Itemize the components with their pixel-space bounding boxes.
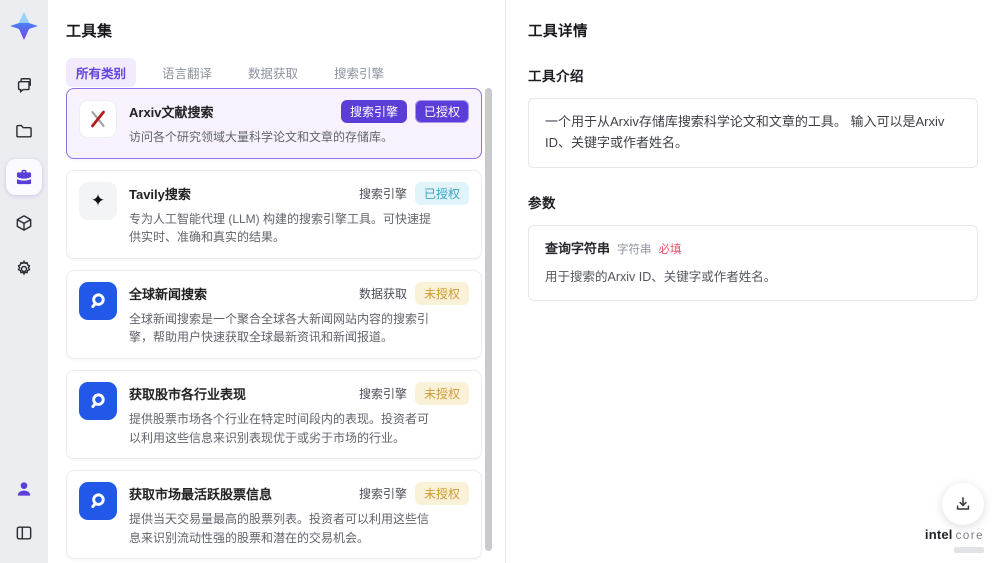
brand-intel-text: intel bbox=[924, 527, 953, 543]
auth-status-badge: 已授权 bbox=[414, 100, 469, 123]
primary-nav bbox=[6, 67, 42, 287]
user-avatar-button[interactable] bbox=[6, 471, 42, 507]
tool-description: 全球新闻搜索是一个聚合全球各大新闻网站内容的搜索引擎，帮助用户快速获取全球最新资… bbox=[129, 311, 430, 345]
tool-name: 全球新闻搜索 bbox=[129, 286, 208, 302]
download-button[interactable] bbox=[942, 483, 984, 525]
app-logo-icon bbox=[7, 9, 41, 43]
download-icon bbox=[953, 494, 973, 514]
tool-card-arxiv[interactable]: Arxiv文献搜索 搜索引擎 已授权 访问各个研究领域大量科学论文和文章的存储库… bbox=[66, 88, 482, 159]
category-label: 搜索引擎 bbox=[358, 386, 407, 401]
nav-chat[interactable] bbox=[6, 67, 42, 103]
category-label: 搜索引擎 bbox=[358, 186, 407, 201]
tool-name: Arxiv文献搜索 bbox=[129, 105, 214, 120]
tool-name: Tavily搜索 bbox=[129, 186, 191, 202]
chat-icon bbox=[14, 75, 34, 95]
nav-files[interactable] bbox=[6, 113, 42, 149]
tab-language-translation[interactable]: 语言翻译 bbox=[152, 58, 222, 87]
category-badge: 搜索引擎 bbox=[340, 100, 407, 123]
tool-list-panel: 工具集 所有类别 语言翻译 数据获取 搜索引擎 Arxiv文献搜索 搜索引擎 已… bbox=[48, 0, 505, 563]
tool-card-global-news[interactable]: 全球新闻搜索 数据获取 未授权 全球新闻搜索是一个聚合全球各大新闻网站内容的搜索… bbox=[66, 269, 482, 359]
auth-status-badge: 已授权 bbox=[414, 181, 469, 205]
tool-card-list: Arxiv文献搜索 搜索引擎 已授权 访问各个研究领域大量科学论文和文章的存储库… bbox=[66, 88, 482, 563]
nav-settings[interactable] bbox=[6, 251, 42, 287]
tool-description: 访问各个研究领域大量科学论文和文章的存储库。 bbox=[129, 130, 394, 144]
param-description: 用于搜索的Arxiv ID、关键字或作者姓名。 bbox=[545, 270, 777, 285]
tool-description: 专为人工智能代理 (LLM) 构建的搜索引擎工具。可快速提供实时、准确和真实的结… bbox=[129, 211, 432, 245]
intel-core-logo: intel core bbox=[925, 526, 984, 553]
app-window: 工具集 所有类别 语言翻译 数据获取 搜索引擎 Arxiv文献搜索 搜索引擎 已… bbox=[0, 0, 1000, 563]
tool-detail-panel: 工具详情 工具介绍 一个用于从Arxiv存储库搜索科学论文和文章的工具。 输入可… bbox=[505, 0, 1000, 563]
tool-intro-box: 一个用于从Arxiv存储库搜索科学论文和文章的工具。 输入可以是Arxiv ID… bbox=[528, 98, 978, 168]
sidebar-toggle-button[interactable] bbox=[6, 515, 42, 551]
blue-search-logo-icon bbox=[79, 381, 117, 420]
auth-status-badge: 未授权 bbox=[414, 381, 469, 405]
tab-data-fetching[interactable]: 数据获取 bbox=[238, 58, 308, 87]
tab-search-engine[interactable]: 搜索引擎 bbox=[324, 58, 394, 87]
user-icon bbox=[14, 479, 34, 499]
nav-tools[interactable] bbox=[6, 159, 42, 195]
list-scrollbar[interactable] bbox=[485, 88, 492, 551]
tool-description: 提供当天交易量最高的股票列表。投资者可以利用这些信息来识别流动性强的股票和潜在的… bbox=[129, 512, 430, 545]
param-card: 查询字符串 字符串 必填 用于搜索的Arxiv ID、关键字或作者姓名。 bbox=[528, 224, 978, 302]
param-type: 字符串 bbox=[617, 243, 652, 256]
brand-core-text: core bbox=[955, 530, 984, 543]
auth-status-badge: 未授权 bbox=[414, 482, 469, 506]
arxiv-logo-icon bbox=[79, 100, 117, 138]
rail-bottom bbox=[6, 471, 42, 551]
params-heading: 参数 bbox=[528, 195, 556, 211]
folder-icon bbox=[14, 121, 34, 141]
tool-name: 获取股市各行业表现 bbox=[129, 386, 247, 402]
package-icon bbox=[14, 213, 34, 233]
layout-toggle-icon bbox=[14, 523, 34, 543]
tool-name: 获取市场最活跃股票信息 bbox=[129, 487, 273, 503]
left-rail bbox=[0, 0, 48, 563]
category-label: 搜索引擎 bbox=[358, 487, 407, 502]
auth-status-badge: 未授权 bbox=[414, 281, 469, 305]
tool-card-sector-performance[interactable]: 获取股市各行业表现 搜索引擎 未授权 提供股票市场各个行业在特定时间段内的表现。… bbox=[66, 369, 482, 460]
param-name: 查询字符串 bbox=[545, 240, 611, 256]
param-required-flag: 必填 bbox=[658, 243, 682, 256]
settings-gear-icon bbox=[14, 259, 34, 279]
tab-all-categories[interactable]: 所有类别 bbox=[66, 58, 137, 87]
detail-title: 工具详情 bbox=[528, 24, 588, 40]
tavily-star-icon: ✦ bbox=[79, 181, 117, 220]
tool-card-most-active-stocks[interactable]: 获取市场最活跃股票信息 搜索引擎 未授权 提供当天交易量最高的股票列表。投资者可… bbox=[66, 470, 482, 560]
blue-search-logo-icon bbox=[79, 482, 117, 521]
category-label: 数据获取 bbox=[358, 286, 407, 301]
page-title: 工具集 bbox=[66, 23, 113, 40]
toolbox-icon bbox=[14, 167, 34, 187]
blue-search-logo-icon bbox=[79, 281, 117, 320]
tool-description: 提供股票市场各个行业在特定时间段内的表现。投资者可以利用这些信息来识别表现优于或… bbox=[129, 411, 430, 445]
tool-card-tavily[interactable]: ✦ Tavily搜索 搜索引擎 已授权 专为人工智能代理 (LLM) 构建的搜索… bbox=[66, 169, 482, 259]
category-tabs: 所有类别 语言翻译 数据获取 搜索引擎 bbox=[66, 58, 505, 87]
nav-packages[interactable] bbox=[6, 205, 42, 241]
brand-sub-badge bbox=[954, 547, 984, 553]
intro-heading: 工具介绍 bbox=[528, 69, 584, 84]
